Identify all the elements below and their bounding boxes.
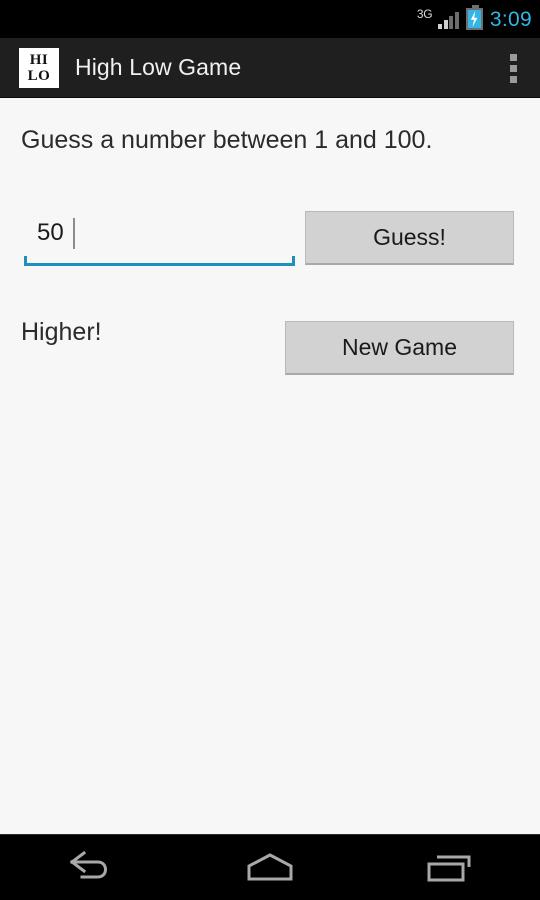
new-game-button[interactable]: New Game (285, 321, 514, 375)
text-caret (73, 218, 75, 249)
network-type-label: 3G (416, 7, 433, 21)
status-bar: 3G 3:09 (0, 0, 540, 38)
battery-charging-icon (465, 5, 483, 30)
signal-strength-bars (438, 12, 459, 29)
app-logo-line-hi: HI (29, 51, 49, 68)
signal-bars-icon: 3G (417, 8, 459, 32)
charging-bolt-icon (470, 11, 478, 27)
app-logo-line-lo: LO (27, 67, 51, 84)
guess-button[interactable]: Guess! (305, 211, 514, 265)
input-underline (24, 256, 295, 266)
overflow-dot-1 (509, 53, 517, 61)
back-arrow-icon[interactable] (0, 835, 180, 900)
overflow-dot-2 (509, 64, 517, 72)
result-message: Higher! (21, 318, 102, 346)
app-title: High Low Game (75, 54, 242, 80)
guess-input-value: 50 (37, 219, 64, 246)
status-bar-clock: 3:09 (489, 8, 532, 31)
android-screen: 3G 3:09 HI LO High Low Game Guess a numb… (0, 0, 540, 900)
overflow-dot-3 (509, 75, 517, 83)
app-content: Guess a number between 1 and 100. 50 Gue… (0, 99, 540, 834)
overflow-menu-icon[interactable] (486, 38, 540, 98)
guess-input[interactable]: 50 (24, 209, 295, 266)
action-bar: HI LO High Low Game (0, 38, 540, 98)
home-icon[interactable] (180, 835, 360, 900)
prompt-label: Guess a number between 1 and 100. (21, 126, 433, 154)
navigation-bar (0, 834, 540, 900)
recent-apps-icon[interactable] (360, 835, 540, 900)
status-bar-right-group: 3G 3:09 (417, 5, 532, 32)
app-logo-icon[interactable]: HI LO (19, 47, 59, 88)
